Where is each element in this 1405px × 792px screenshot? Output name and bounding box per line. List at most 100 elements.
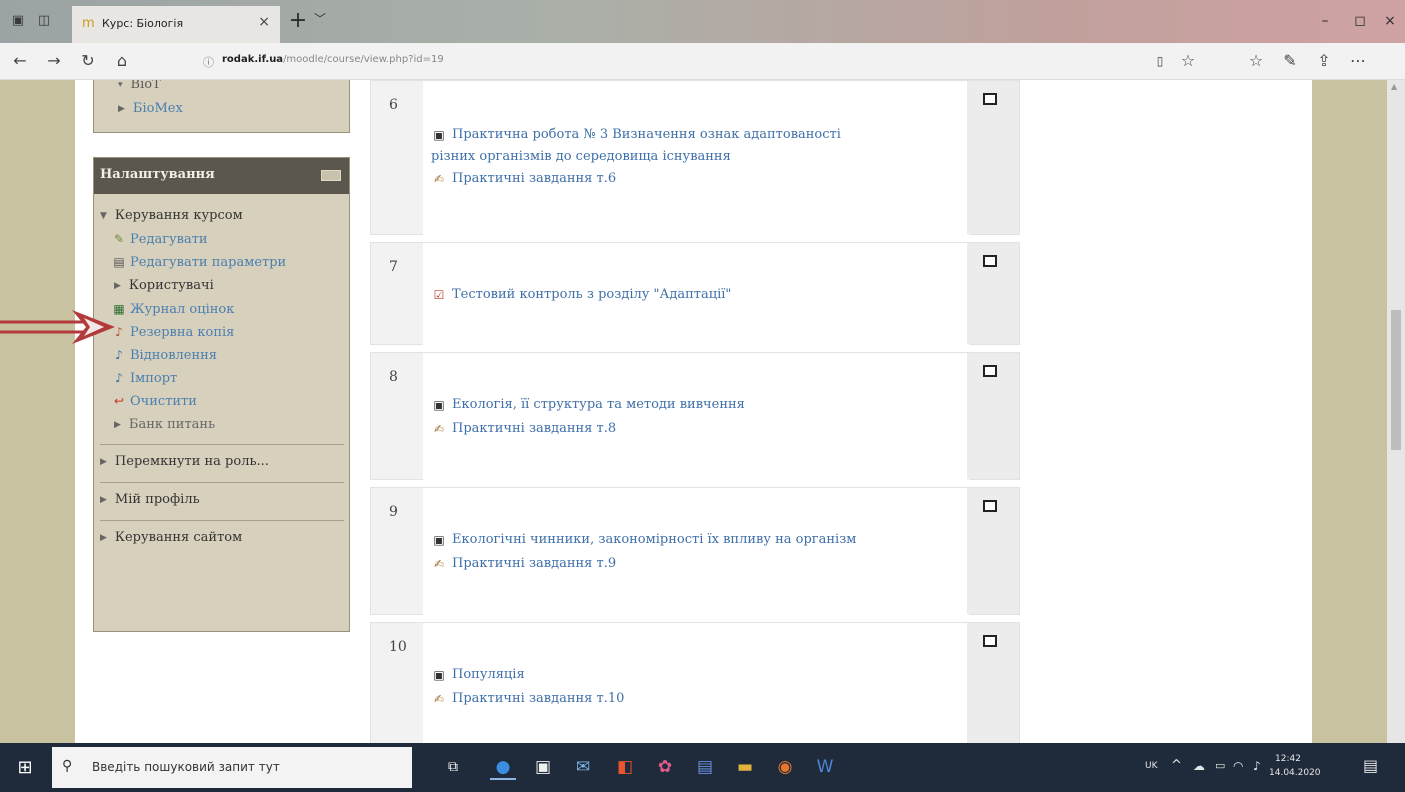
activity-resource-link[interactable]: ▣ Популяція: [431, 665, 524, 685]
completion-checkbox[interactable]: [983, 500, 997, 512]
divider: [100, 482, 344, 483]
activity-assignment-link[interactable]: ✍ Практичні завдання т.8: [431, 419, 616, 439]
scroll-up-icon[interactable]: ▲: [1391, 82, 1397, 91]
onedrive-cloud-icon[interactable]: ☁: [1193, 759, 1205, 773]
activity-assignment-link[interactable]: ✍ Практичні завдання т.6: [431, 169, 616, 189]
notes-icon[interactable]: ✎: [1280, 51, 1300, 71]
paint-app-icon[interactable]: ✿: [652, 754, 678, 780]
section-right-column: [967, 353, 1019, 479]
pencil-icon: ✎: [113, 232, 125, 246]
new-tab-button[interactable]: +: [286, 9, 310, 33]
section-content: ▣ Екологічні чинники, закономірності їх в…: [423, 488, 969, 616]
close-window-button[interactable]: ×: [1370, 10, 1405, 32]
language-indicator[interactable]: UK: [1145, 761, 1158, 771]
site-admin-node[interactable]: ▶ Керування сайтом: [100, 530, 242, 545]
edit-settings-link[interactable]: ▤ Редагувати параметри: [112, 255, 286, 270]
firefox-icon[interactable]: ◉: [772, 754, 798, 780]
expand-triangle-icon: ▶: [100, 495, 107, 505]
reading-view-icon[interactable]: ▯: [1150, 51, 1170, 71]
restore-link[interactable]: ♪ Відновлення: [112, 348, 217, 363]
assignment-icon: ✍: [433, 422, 445, 436]
activity-assignment-link[interactable]: ✍ Практичні завдання т.10: [431, 689, 624, 709]
task-view-icon[interactable]: ⧉: [440, 754, 466, 780]
divider: [100, 444, 344, 445]
volume-icon[interactable]: ♪: [1253, 759, 1261, 773]
mail-icon[interactable]: ✉: [570, 754, 596, 780]
scrollbar-thumb[interactable]: [1391, 310, 1401, 450]
minimize-button[interactable]: –: [1305, 10, 1345, 32]
office-icon[interactable]: ◧: [612, 754, 638, 780]
collapsed-triangle-icon: ▾: [118, 80, 123, 90]
nav-item-biomex[interactable]: ▶ БіоМех: [118, 101, 183, 116]
my-profile-node[interactable]: ▶ Мій профіль: [100, 492, 200, 507]
favorite-star-icon[interactable]: ☆: [1178, 51, 1198, 71]
activity-assignment-link[interactable]: ✍ Практичні завдання т.9: [431, 554, 616, 574]
tab-active[interactable]: m Курс: Біологія ×: [72, 6, 280, 43]
completion-checkbox[interactable]: [983, 635, 997, 647]
activity-resource-link-continued[interactable]: різних організмів до середовища існуванн…: [431, 147, 731, 167]
switch-role-node[interactable]: ▶ Перемкнути на роль...: [100, 454, 269, 469]
share-icon[interactable]: ⇪: [1314, 51, 1334, 71]
tab-close-button[interactable]: ×: [258, 14, 270, 30]
store-icon[interactable]: ▣: [530, 754, 556, 780]
tab-title: Курс: Біологія: [102, 17, 184, 30]
tray-chevron-icon[interactable]: ^: [1171, 758, 1182, 773]
photos-app-icon[interactable]: ▤: [692, 754, 718, 780]
section-number: 10: [389, 639, 407, 655]
edit-link[interactable]: ✎ Редагувати: [112, 232, 208, 247]
page-scrollbar[interactable]: ▲: [1387, 80, 1405, 743]
section-right-column: [967, 243, 1019, 344]
clock-date[interactable]: 14.04.2020: [1269, 768, 1321, 778]
completion-checkbox[interactable]: [983, 93, 997, 105]
reset-link[interactable]: ↩ Очистити: [112, 394, 197, 409]
home-icon[interactable]: ⌂: [112, 51, 132, 71]
section-right-column: [967, 81, 1019, 234]
favorites-bar-icon[interactable]: ☆: [1246, 51, 1266, 71]
expand-triangle-icon: ▶: [114, 420, 121, 430]
tab-previews-icon[interactable]: ◫: [36, 13, 52, 29]
section-content: ☑ Тестовий контроль з розділу "Адаптації": [423, 243, 969, 346]
settings-doc-icon: ▤: [113, 255, 125, 269]
file-explorer-icon[interactable]: ▬: [732, 754, 758, 780]
course-section-8: 8 ▣ Екологія, її структура та методи вивч…: [370, 352, 1020, 481]
edge-browser-icon[interactable]: ●: [490, 754, 516, 780]
completion-checkbox[interactable]: [983, 365, 997, 377]
section-right-column: [967, 623, 1019, 743]
tab-actions-icon[interactable]: ▣: [10, 13, 26, 29]
dock-block-icon[interactable]: [321, 170, 341, 181]
settings-title: Налаштування: [100, 167, 215, 182]
word-icon[interactable]: W: [812, 754, 838, 780]
site-info-icon[interactable]: ⓘ: [203, 54, 214, 70]
taskbar-search-input[interactable]: ⚲ Введіть пошуковий запит тут: [52, 747, 412, 788]
course-admin-node[interactable]: ▼ Керування курсом: [100, 208, 243, 223]
system-tray: UK ^ ☁ ▭ ◠ ♪ 12:42 14.04.2020 ▤: [1105, 743, 1405, 792]
battery-icon[interactable]: ▭: [1215, 759, 1225, 772]
activity-quiz-link[interactable]: ☑ Тестовий контроль з розділу "Адаптації": [431, 285, 732, 305]
tab-dropdown-icon[interactable]: ﹀: [314, 10, 326, 27]
users-node[interactable]: ▶ Користувачі: [114, 278, 214, 293]
resource-file-icon: ▣: [433, 398, 445, 412]
activity-resource-link[interactable]: ▣ Екологічні чинники, закономірності їх в…: [431, 530, 856, 550]
import-link[interactable]: ♪ Імпорт: [112, 371, 177, 386]
network-icon[interactable]: ◠: [1233, 759, 1243, 773]
activity-resource-link[interactable]: ▣ Екологія, її структура та методи вивчен…: [431, 395, 745, 415]
clock-time[interactable]: 12:42: [1275, 754, 1301, 764]
course-section-7: 7 ☑ Тестовий контроль з розділу "Адаптаці…: [370, 242, 1020, 346]
notifications-icon[interactable]: ▤: [1363, 756, 1378, 775]
back-icon[interactable]: ←: [10, 51, 30, 71]
section-number: 9: [389, 504, 398, 520]
completion-checkbox[interactable]: [983, 255, 997, 267]
question-bank-node[interactable]: ▶ Банк питань: [114, 417, 215, 432]
backup-link[interactable]: ♪ Резервна копія: [112, 325, 234, 340]
refresh-icon[interactable]: ↻: [78, 51, 98, 71]
nav-item-partial[interactable]: ▾ ВіоТ: [118, 80, 161, 92]
activity-resource-link[interactable]: ▣ Практична робота № 3 Визначення ознак а…: [431, 125, 841, 145]
import-icon: ♪: [115, 371, 123, 385]
more-menu-icon[interactable]: ⋯: [1348, 51, 1368, 71]
forward-icon[interactable]: →: [44, 51, 64, 71]
url-field[interactable]: rodak.if.ua/moodle/course/view.php?id=19: [222, 54, 444, 65]
settings-block-header: Налаштування: [94, 158, 349, 194]
assignment-icon: ✍: [433, 557, 445, 571]
windows-start-icon[interactable]: ⊞: [14, 757, 36, 779]
gradebook-link[interactable]: ▦ Журнал оцінок: [112, 302, 234, 317]
